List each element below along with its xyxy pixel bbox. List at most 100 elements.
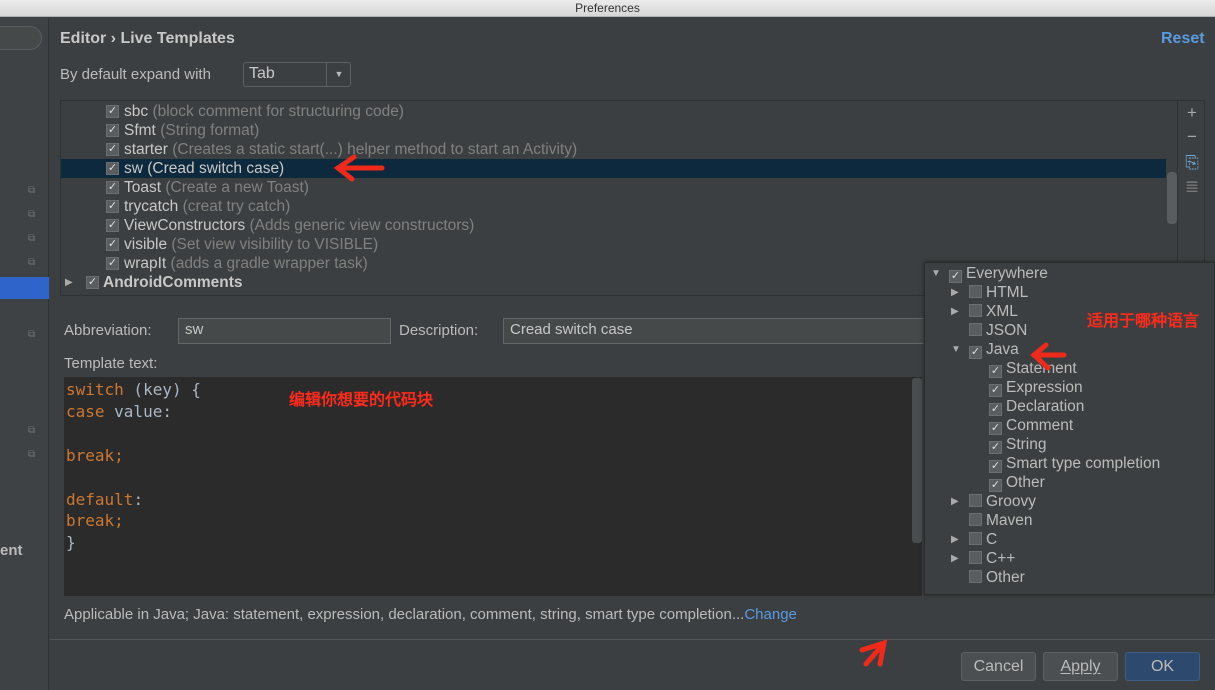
template-row[interactable]: ✓ visible (Set view visibility to VISIBLE…	[61, 235, 1166, 254]
apply-button[interactable]: Apply	[1043, 652, 1118, 681]
checkbox[interactable]: ✓	[949, 270, 962, 283]
template-row[interactable]: ✓ sbc (block comment for structuring code…	[61, 102, 1166, 121]
list-scrollbar[interactable]	[1167, 172, 1177, 224]
checkbox[interactable]: ✓	[106, 162, 119, 175]
chevron-down-icon[interactable]: ▼	[951, 340, 961, 359]
checkbox[interactable]: ✓	[106, 200, 119, 213]
context-label: Declaration	[1006, 398, 1085, 415]
project-settings-icon: ⧉	[28, 329, 36, 340]
checkbox[interactable]: ✓	[989, 384, 1002, 397]
context-item[interactable]: ▶ Groovy	[951, 492, 1036, 511]
context-item[interactable]: ✓ Statement	[989, 359, 1077, 378]
context-item[interactable]: Other	[969, 568, 1025, 587]
template-name: starter	[124, 141, 168, 158]
minus-icon[interactable]: −	[1182, 127, 1202, 147]
checkbox[interactable]: ✓	[969, 346, 982, 359]
checkbox[interactable]: ✓	[989, 460, 1002, 473]
cancel-button[interactable]: Cancel	[961, 652, 1036, 681]
context-item[interactable]: ✓ Other	[989, 473, 1045, 492]
red-arrow-icon	[859, 639, 888, 667]
checkbox[interactable]	[969, 570, 982, 583]
sidebar-item-partial[interactable]: ent	[0, 542, 23, 559]
checkbox[interactable]: ✓	[106, 181, 119, 194]
context-item[interactable]: ▶ C	[951, 530, 997, 549]
checkbox[interactable]: ✓	[989, 422, 1002, 435]
chevron-right-icon[interactable]: ▶	[951, 283, 959, 302]
checkbox[interactable]: ✓	[106, 257, 119, 270]
template-text-editor[interactable]: switch (key) { case value: break; defaul…	[64, 377, 922, 596]
checkbox[interactable]: ✓	[106, 143, 119, 156]
context-label: HTML	[986, 284, 1029, 301]
checkbox[interactable]	[969, 532, 982, 545]
checkbox[interactable]: ✓	[106, 219, 119, 232]
template-name: ViewConstructors	[124, 217, 246, 234]
context-label: XML	[986, 303, 1018, 320]
chevron-right-icon[interactable]: ▶	[951, 549, 959, 568]
plus-icon[interactable]: +	[1182, 103, 1202, 123]
context-item[interactable]: ▶ C++	[951, 549, 1016, 568]
context-label: Java	[986, 341, 1019, 358]
template-row[interactable]: ✓ starter (Creates a static start(...) he…	[61, 140, 1166, 159]
checkbox[interactable]	[969, 551, 982, 564]
context-label: Comment	[1006, 417, 1074, 434]
context-item[interactable]: ✓ String	[989, 435, 1047, 454]
template-row[interactable]: ✓ trycatch (creat try catch)	[61, 197, 1166, 216]
context-label: C++	[986, 550, 1016, 567]
code-token: }	[66, 533, 76, 553]
abbreviation-input[interactable]: sw	[178, 318, 391, 344]
context-item[interactable]: ✓ Comment	[989, 416, 1073, 435]
chevron-right-icon[interactable]: ▶	[951, 302, 959, 321]
checkbox[interactable]	[969, 494, 982, 507]
template-description: (creat try catch)	[182, 198, 291, 215]
checkbox[interactable]: ✓	[106, 238, 119, 251]
ok-button[interactable]: OK	[1125, 652, 1200, 681]
checkbox[interactable]: ✓	[989, 479, 1002, 492]
description-label: Description:	[399, 322, 479, 339]
context-item[interactable]: ▶ HTML	[951, 283, 1029, 302]
chevron-right-icon[interactable]: ▶	[951, 530, 959, 549]
context-item[interactable]: ▶ XML	[951, 302, 1018, 321]
context-item[interactable]: JSON	[969, 321, 1027, 340]
checkbox[interactable]: ✓	[989, 403, 1002, 416]
applicable-text: Applicable in Java; Java: statement, exp…	[64, 606, 745, 623]
reset-link[interactable]: Reset	[1161, 30, 1205, 48]
context-item[interactable]: ▼ ✓ Everywhere	[931, 264, 1048, 283]
sidebar-item-live-templates[interactable]	[0, 277, 49, 299]
checkbox[interactable]: ✓	[106, 105, 119, 118]
code-token: break;	[66, 511, 124, 531]
project-settings-icon: ⧉	[28, 185, 36, 196]
checkbox[interactable]	[969, 304, 982, 317]
context-label: Other	[1006, 474, 1045, 491]
template-row[interactable]: ✓ Sfmt (String format)	[61, 121, 1166, 140]
template-row[interactable]: ✓ ViewConstructors (Adds generic view con…	[61, 216, 1166, 235]
checkbox[interactable]: ✓	[989, 441, 1002, 454]
language-annotation: 适用于哪种语言	[1087, 313, 1200, 330]
checkbox[interactable]	[969, 285, 982, 298]
template-row[interactable]: ✓ sw (Cread switch case)	[61, 159, 1166, 178]
chevron-down-icon[interactable]: ▼	[931, 264, 941, 283]
checkbox[interactable]: ✓	[106, 124, 119, 137]
checkbox[interactable]	[969, 513, 982, 526]
checkbox[interactable]: ✓	[989, 365, 1002, 378]
copy-icon[interactable]: ⎘	[1182, 153, 1202, 173]
editor-scrollbar[interactable]	[912, 378, 922, 543]
description-input[interactable]: Cread switch case	[503, 318, 933, 344]
context-item[interactable]: ✓ Smart type completion	[989, 454, 1160, 473]
checkbox[interactable]	[969, 323, 982, 336]
chevron-right-icon[interactable]: ▶	[65, 273, 73, 292]
project-settings-icon: ⧉	[28, 233, 36, 244]
code-token: break;	[66, 445, 124, 465]
chevron-right-icon[interactable]: ▶	[951, 492, 959, 511]
template-row[interactable]: ✓ Toast (Create a new Toast)	[61, 178, 1166, 197]
editor-annotation: 编辑你想要的代码块	[289, 392, 434, 409]
change-context-link[interactable]: Change	[744, 606, 797, 623]
settings-search-input[interactable]	[0, 26, 42, 50]
checkbox[interactable]: ✓	[86, 276, 99, 289]
code-token: (key) {	[123, 380, 201, 399]
context-item[interactable]: Maven	[969, 511, 1033, 530]
text-icon[interactable]: ≣	[1182, 177, 1202, 197]
expand-with-select[interactable]: Tab ▼	[243, 62, 351, 87]
context-item[interactable]: ✓ Declaration	[989, 397, 1084, 416]
context-item[interactable]: ▼ ✓ Java	[951, 340, 1019, 359]
context-item[interactable]: ✓ Expression	[989, 378, 1083, 397]
